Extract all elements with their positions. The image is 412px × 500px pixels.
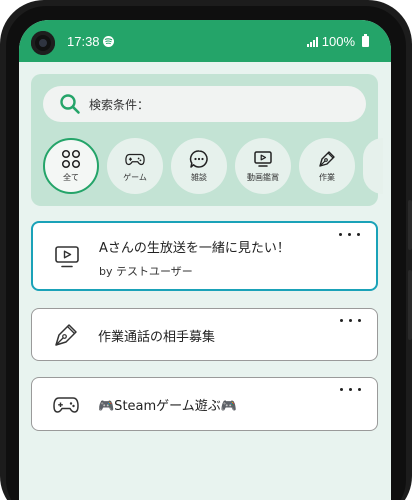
category-chat[interactable]: 雑談 bbox=[171, 138, 227, 194]
room-card[interactable]: 🎮Steamゲーム遊ぶ🎮 bbox=[31, 377, 378, 431]
spotify-icon bbox=[103, 36, 114, 47]
room-title: Aさんの生放送を一緒に見たい！ bbox=[99, 241, 290, 256]
status-bar: 17:38 100% bbox=[19, 20, 391, 62]
search-label: 検索条件： bbox=[89, 97, 150, 112]
category-label: ゲーム bbox=[123, 173, 147, 182]
room-card[interactable]: 作業通話の相手募集 bbox=[31, 308, 378, 361]
battery-icon bbox=[362, 34, 369, 47]
grid-circles-icon bbox=[61, 149, 81, 169]
search-input[interactable]: 検索条件： bbox=[43, 86, 366, 122]
gamepad-icon bbox=[125, 153, 145, 166]
volume-button bbox=[408, 270, 412, 340]
more-options-icon[interactable] bbox=[339, 233, 360, 236]
battery-percent: 100% bbox=[321, 34, 355, 49]
category-filter: 全て ゲーム 雑談 動画鑑賞 作業 bbox=[43, 138, 383, 194]
more-options-icon[interactable] bbox=[340, 319, 361, 322]
gamepad-icon bbox=[53, 397, 79, 413]
category-all[interactable]: 全て bbox=[43, 138, 99, 194]
category-more[interactable] bbox=[363, 138, 383, 194]
signal-icon bbox=[306, 36, 318, 47]
video-screen-icon bbox=[55, 246, 79, 268]
power-button bbox=[408, 200, 412, 250]
status-time: 17:38 bbox=[67, 34, 100, 49]
category-video[interactable]: 動画鑑賞 bbox=[235, 138, 291, 194]
pen-icon bbox=[319, 151, 335, 167]
category-game[interactable]: ゲーム bbox=[107, 138, 163, 194]
video-screen-icon bbox=[254, 151, 272, 167]
front-camera bbox=[31, 31, 55, 55]
category-label: 全て bbox=[63, 173, 79, 182]
category-label: 動画鑑賞 bbox=[247, 173, 279, 182]
search-icon bbox=[60, 94, 80, 114]
category-work[interactable]: 作業 bbox=[299, 138, 355, 194]
chat-bubble-icon bbox=[189, 150, 208, 168]
category-label: 雑談 bbox=[191, 173, 207, 182]
search-panel: 検索条件： 全て ゲーム 雑談 動画鑑賞 作業 bbox=[31, 74, 383, 206]
more-options-icon[interactable] bbox=[340, 388, 361, 391]
app-screen: 17:38 100% 検索条件： 全て ゲーム 雑談 動画鑑賞 作業 Aさんの生… bbox=[19, 20, 391, 500]
room-title: 🎮Steamゲーム遊ぶ🎮 bbox=[98, 399, 237, 414]
pen-icon bbox=[55, 324, 77, 346]
room-title: 作業通話の相手募集 bbox=[98, 330, 216, 345]
room-card[interactable]: Aさんの生放送を一緒に見たい！ by テストユーザー bbox=[31, 221, 378, 291]
room-host: by テストユーザー bbox=[99, 265, 193, 278]
category-label: 作業 bbox=[319, 173, 335, 182]
